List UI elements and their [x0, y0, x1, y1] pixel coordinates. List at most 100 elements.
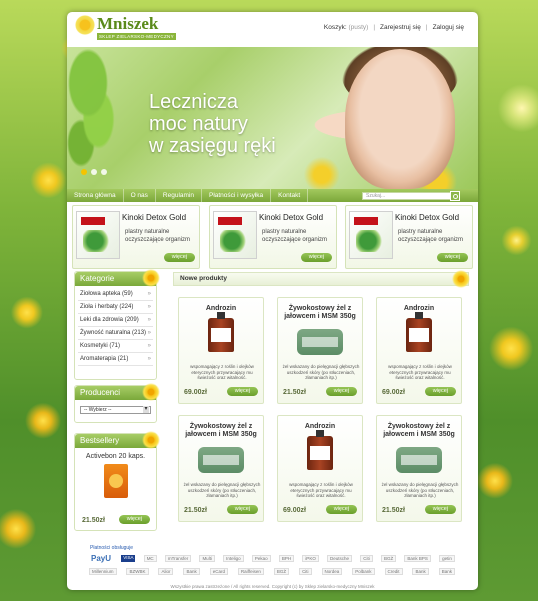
- slider-dot-2[interactable]: [91, 169, 97, 175]
- payment-logo: BPH: [278, 555, 295, 562]
- bestseller-price: 21.50zł: [82, 517, 105, 524]
- slider-dot-1[interactable]: [81, 169, 87, 175]
- product-price: 21.50zł: [382, 507, 405, 514]
- payment-logo: Multi: [199, 555, 215, 562]
- nav-terms[interactable]: Regulamin: [156, 189, 202, 202]
- product-card[interactable]: Androzin wspomagający z roślin i olejków…: [277, 415, 363, 522]
- bestsellers-box: Bestsellery Activebon 20 kaps. 21.50zł w…: [74, 431, 160, 531]
- product-image[interactable]: [208, 312, 234, 352]
- category-list: Ziołowa apteka (59) Zioła i herbaty (224…: [75, 286, 156, 368]
- dandelion-icon: [452, 270, 470, 288]
- payment-logo: VISA: [121, 555, 136, 562]
- producer-select[interactable]: -- Wybierz --: [80, 406, 151, 414]
- featured-card[interactable]: Kinoki Detox Gold plastry naturalne oczy…: [345, 205, 473, 269]
- logo-title: Mniszek: [97, 14, 159, 33]
- product-desc: wspomagający z roślin i olejków eteryczn…: [190, 364, 254, 380]
- login-link[interactable]: Zaloguj się: [433, 24, 464, 31]
- more-button[interactable]: więcej: [163, 253, 195, 262]
- separator: |: [373, 24, 376, 31]
- payment-logo: BGŻ: [273, 568, 290, 575]
- payment-logo: PayU: [91, 554, 112, 563]
- site-logo[interactable]: Mniszek SKLEP ZIELARSKO-MEDYCZNY: [75, 15, 176, 40]
- product-image[interactable]: [198, 447, 244, 473]
- nav-about[interactable]: O nas: [124, 189, 156, 202]
- banner-slogan: Lecznicza moc natury w zasięgu ręki: [149, 91, 276, 157]
- product-card[interactable]: Żywokostowy żel z jałowcem i MSM 350g że…: [178, 415, 264, 522]
- product-price: 69.00zł: [283, 507, 306, 514]
- payment-logo: Inteligo: [223, 555, 244, 562]
- more-button[interactable]: więcej: [424, 387, 456, 396]
- more-button[interactable]: więcej: [226, 387, 258, 396]
- payment-logo: MC: [143, 555, 157, 562]
- more-button[interactable]: więcej: [300, 253, 332, 262]
- product-package-image: [76, 211, 120, 259]
- category-item[interactable]: Aromaterapia (21): [78, 353, 153, 366]
- payment-logo: mTransfer: [164, 555, 192, 562]
- more-button[interactable]: więcej: [118, 515, 150, 524]
- featured-title[interactable]: Kinoki Detox Gold: [122, 213, 186, 222]
- featured-card[interactable]: Kinoki Detox Gold plastry naturalne oczy…: [72, 205, 200, 269]
- more-button[interactable]: więcej: [226, 505, 258, 514]
- bestsellers-header: Bestsellery: [75, 431, 160, 449]
- product-name[interactable]: Żywokostowy żel z jałowcem i MSM 350g: [377, 423, 461, 439]
- search-icon[interactable]: [450, 191, 460, 201]
- payment-logo: Deutsche: [327, 555, 353, 562]
- product-image[interactable]: [297, 329, 343, 355]
- more-button[interactable]: więcej: [325, 387, 357, 396]
- category-item[interactable]: Ziołowa apteka (59): [78, 288, 153, 301]
- category-item[interactable]: Kosmetyki (71): [78, 340, 153, 353]
- product-desc: żel wskazany do pielęgnacji głębszych us…: [381, 482, 459, 498]
- featured-title[interactable]: Kinoki Detox Gold: [395, 213, 459, 222]
- product-price: 69.00zł: [382, 389, 405, 396]
- product-image[interactable]: [406, 312, 432, 352]
- category-item[interactable]: Leki dla zdrowia (209): [78, 314, 153, 327]
- more-button[interactable]: więcej: [424, 505, 456, 514]
- featured-card[interactable]: Kinoki Detox Gold plastry naturalne oczy…: [209, 205, 337, 269]
- product-card[interactable]: Androzin wspomagający z roślin i olejków…: [376, 297, 462, 404]
- payment-logo: Alior: [158, 568, 174, 575]
- product-package-image: [349, 211, 393, 259]
- product-name[interactable]: Żywokostowy żel z jałowcem i MSM 350g: [278, 305, 362, 321]
- slider-dot-3[interactable]: [101, 169, 107, 175]
- bestseller-product-image[interactable]: [103, 464, 128, 498]
- search-input[interactable]: Szukaj...: [362, 192, 452, 200]
- product-price: 69.00zł: [184, 389, 207, 396]
- featured-title[interactable]: Kinoki Detox Gold: [259, 213, 323, 222]
- payment-logos-row-2: Millennium BZWBK Alior Bank eCard Raiffe…: [89, 568, 455, 575]
- payment-logo: Citi: [299, 568, 312, 575]
- nav-contact[interactable]: Kontakt: [271, 189, 309, 202]
- product-package-image: [213, 211, 257, 259]
- page-container: Mniszek SKLEP ZIELARSKO-MEDYCZNY Koszyk:…: [67, 12, 478, 590]
- payment-logo: iPKO: [302, 555, 319, 562]
- payment-logo: Bank: [438, 568, 455, 575]
- category-item[interactable]: Żywność naturalna (213): [78, 327, 153, 340]
- payment-logo: Raiffeisen: [237, 568, 264, 575]
- more-button[interactable]: więcej: [325, 505, 357, 514]
- product-card[interactable]: Żywokostowy żel z jałowcem i MSM 350g że…: [277, 297, 363, 404]
- bestseller-name[interactable]: Activebon 20 kaps.: [75, 453, 156, 460]
- more-button[interactable]: więcej: [436, 253, 468, 262]
- product-price: 21.50zł: [283, 389, 306, 396]
- featured-desc: plastry naturalne oczyszczające organizm: [398, 229, 464, 243]
- featured-products: Kinoki Detox Gold plastry naturalne oczy…: [72, 205, 473, 269]
- product-image[interactable]: [307, 430, 333, 470]
- slider-dots: [81, 169, 107, 175]
- product-desc: wspomagający z roślin i olejków eteryczn…: [289, 482, 353, 498]
- product-name[interactable]: Żywokostowy żel z jałowcem i MSM 350g: [179, 423, 263, 439]
- product-price: 21.50zł: [184, 507, 207, 514]
- payment-logo: Bank: [412, 568, 429, 575]
- hero-banner[interactable]: Lecznicza moc natury w zasięgu ręki: [67, 47, 478, 189]
- cart-link[interactable]: Koszyk: (pusty): [324, 24, 368, 31]
- register-link[interactable]: Zarejestruj się: [380, 24, 421, 31]
- account-links: Koszyk: (pusty) | Zarejestruj się | Zalo…: [324, 24, 464, 31]
- product-image[interactable]: [396, 447, 442, 473]
- product-card[interactable]: Androzin wspomagający z roślin i olejków…: [178, 297, 264, 404]
- payment-logo: BZWBK: [126, 568, 149, 575]
- product-card[interactable]: Żywokostowy żel z jałowcem i MSM 350g że…: [376, 415, 462, 522]
- product-desc: żel wskazany do pielęgnacji głębszych us…: [183, 482, 261, 498]
- nav-shipping[interactable]: Płatności i wysyłka: [202, 189, 272, 202]
- nav-home[interactable]: Strona główna: [67, 189, 124, 202]
- category-item[interactable]: Zioła i herbaty (224): [78, 301, 153, 314]
- copyright-footer: Wszystkie prawa zastrzeżone / All rights…: [170, 584, 375, 589]
- separator: |: [425, 24, 428, 31]
